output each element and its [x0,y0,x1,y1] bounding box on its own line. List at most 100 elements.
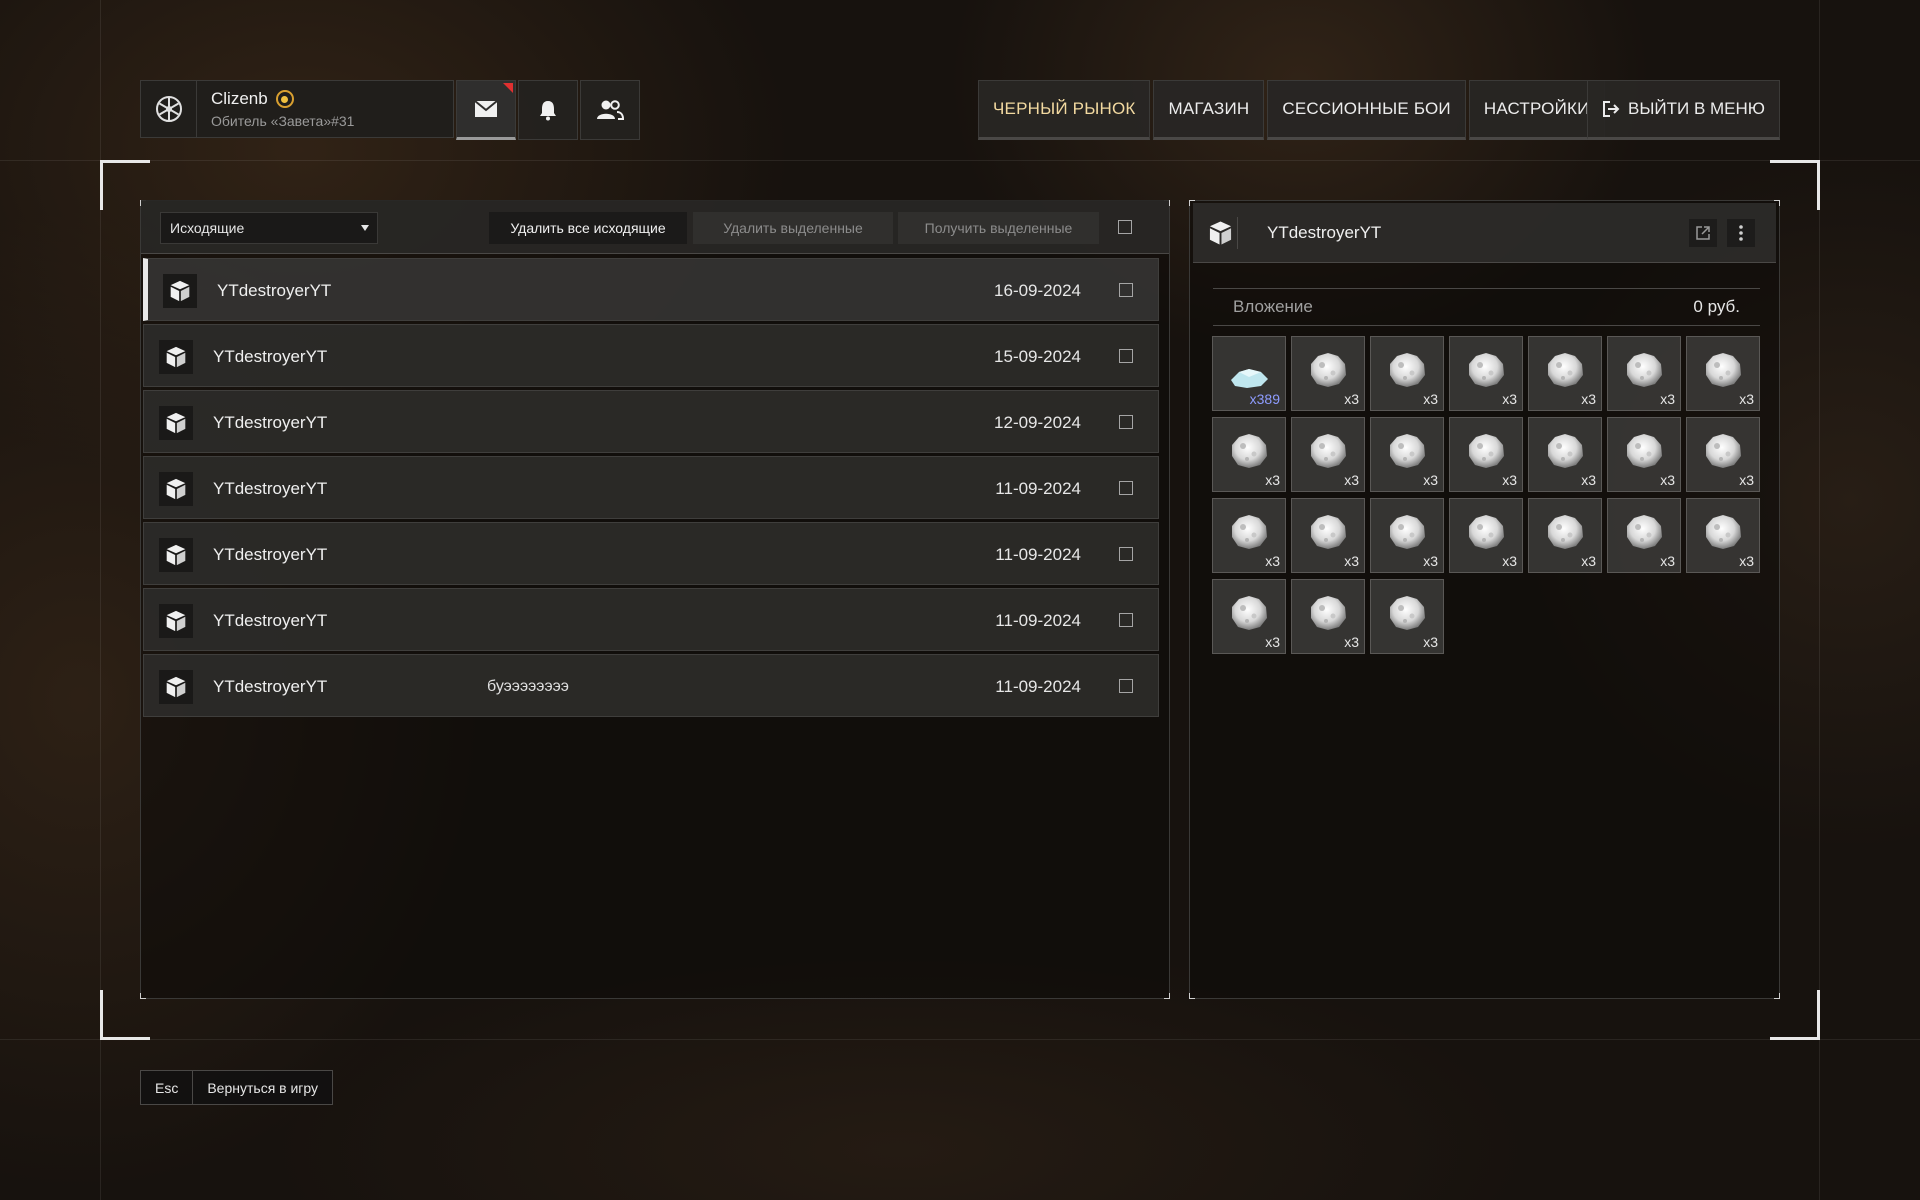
attachment-item[interactable]: x3 [1212,417,1286,492]
attachment-item[interactable]: x3 [1686,498,1760,573]
more-vertical-icon [1739,225,1743,241]
frame-line [0,160,1920,161]
open-external-button[interactable] [1689,219,1717,247]
mail-date: 15-09-2024 [994,347,1081,366]
attachment-item[interactable]: x3 [1528,498,1602,573]
attachment-label: Вложение [1233,297,1313,316]
package-icon [1208,217,1238,249]
folder-select[interactable]: Исходящие [160,212,378,244]
select-all-checkbox[interactable] [1118,220,1132,234]
mail-date: 16-09-2024 [994,281,1081,300]
attachment-item[interactable]: x3 [1291,417,1365,492]
row-checkbox[interactable] [1119,349,1133,363]
mail-date: 12-09-2024 [994,413,1081,432]
exit-to-menu-button[interactable]: ВЫЙТИ В МЕНЮ [1587,80,1780,140]
friends-button[interactable] [580,80,640,140]
row-checkbox[interactable] [1119,415,1133,429]
more-options-button[interactable] [1727,219,1755,247]
nav-session-battles[interactable]: СЕССИОННЫЕ БОИ [1267,80,1466,140]
item-count: x389 [1249,391,1280,407]
row-checkbox[interactable] [1119,679,1133,693]
profile-card[interactable]: Clizenb Обитель «Завета»#31 [140,80,454,138]
attachment-item[interactable]: x3 [1449,336,1523,411]
item-count: x3 [1502,391,1517,407]
item-count: x3 [1344,634,1359,650]
package-icon [159,538,193,572]
mail-sender: YTdestroyerYT [213,545,328,564]
item-count: x3 [1660,472,1675,488]
mail-button[interactable] [456,80,516,140]
item-count: x3 [1265,472,1280,488]
attachment-item[interactable]: x3 [1291,498,1365,573]
item-count: x3 [1581,472,1596,488]
mail-row[interactable]: YTdestroyerYT 15-09-2024 [143,324,1159,387]
attachment-item[interactable]: x3 [1449,417,1523,492]
mail-row[interactable]: YTdestroyerYT 11-09-2024 [143,456,1159,519]
exit-icon [1603,101,1620,117]
detail-title: YTdestroyerYT [1267,223,1382,242]
attachment-item[interactable]: x3 [1291,579,1365,654]
external-link-icon [1696,226,1710,240]
mail-row[interactable]: YTdestroyerYT 16-09-2024 [143,258,1159,321]
attachment-item[interactable]: x3 [1528,417,1602,492]
frame-line [0,1039,1920,1040]
item-count: x3 [1344,553,1359,569]
item-count: x3 [1265,553,1280,569]
bell-icon [540,101,556,121]
attachment-item[interactable]: x3 [1291,336,1365,411]
package-icon [159,406,193,440]
item-count: x3 [1502,553,1517,569]
mail-row[interactable]: YTdestroyerYT 11-09-2024 [143,522,1159,585]
attachment-item[interactable]: x3 [1212,498,1286,573]
row-checkbox[interactable] [1119,283,1133,297]
envelope-icon [474,100,498,117]
folder-select-value: Исходящие [170,220,245,236]
delete-all-button[interactable]: Удалить все исходящие [489,212,687,244]
nav-black-market[interactable]: ЧЕРНЫЙ РЫНОК [978,80,1151,140]
back-to-game-button[interactable]: Esc Вернуться в игру [140,1070,334,1105]
package-icon [159,340,193,374]
mail-toolbar: Исходящие Удалить все исходящие Удалить … [141,200,1169,254]
rank-badge-icon [275,90,294,108]
mail-row[interactable]: YTdestroyerYT буээээээээ 11-09-2024 [143,654,1159,717]
mail-row[interactable]: YTdestroyerYT 12-09-2024 [143,390,1159,453]
attachment-item[interactable]: x3 [1212,579,1286,654]
delete-selected-button[interactable]: Удалить выделенные [693,212,893,244]
row-checkbox[interactable] [1119,613,1133,627]
nav-shop[interactable]: МАГАЗИН [1153,80,1265,140]
row-checkbox[interactable] [1119,547,1133,561]
attachment-item[interactable]: x3 [1686,336,1760,411]
unread-indicator [503,83,513,93]
attachment-item[interactable]: x389 [1212,336,1286,411]
nav-settings[interactable]: НАСТРОЙКИ [1468,80,1605,140]
mail-sender: YTdestroyerYT [217,281,332,300]
item-count: x3 [1660,553,1675,569]
attachment-item[interactable]: x3 [1607,336,1681,411]
esc-key-label: Esc [141,1071,194,1104]
package-icon [163,274,197,308]
item-count: x3 [1344,391,1359,407]
mail-date: 11-09-2024 [995,611,1081,630]
item-count: x3 [1581,553,1596,569]
item-count: x3 [1739,391,1754,407]
item-count: x3 [1660,391,1675,407]
attachment-item[interactable]: x3 [1370,336,1444,411]
attachment-item[interactable]: x3 [1370,498,1444,573]
row-checkbox[interactable] [1119,481,1133,495]
mail-row[interactable]: YTdestroyerYT 11-09-2024 [143,588,1159,651]
item-count: x3 [1739,472,1754,488]
attachment-value: 0 руб. [1693,297,1740,316]
attachment-item[interactable]: x3 [1449,498,1523,573]
attachment-item[interactable]: x3 [1686,417,1760,492]
attachment-item[interactable]: x3 [1607,498,1681,573]
receive-selected-button[interactable]: Получить выделенные [898,212,1099,244]
profile-subtitle: Обитель «Завета»#31 [211,113,355,129]
attachment-item[interactable]: x3 [1528,336,1602,411]
notifications-button[interactable] [518,80,578,140]
attachment-item[interactable]: x3 [1607,417,1681,492]
item-count: x3 [1581,391,1596,407]
item-count: x3 [1265,634,1280,650]
attachment-item[interactable]: x3 [1370,579,1444,654]
attachment-item[interactable]: x3 [1370,417,1444,492]
exit-label: ВЫЙТИ В МЕНЮ [1628,99,1765,118]
